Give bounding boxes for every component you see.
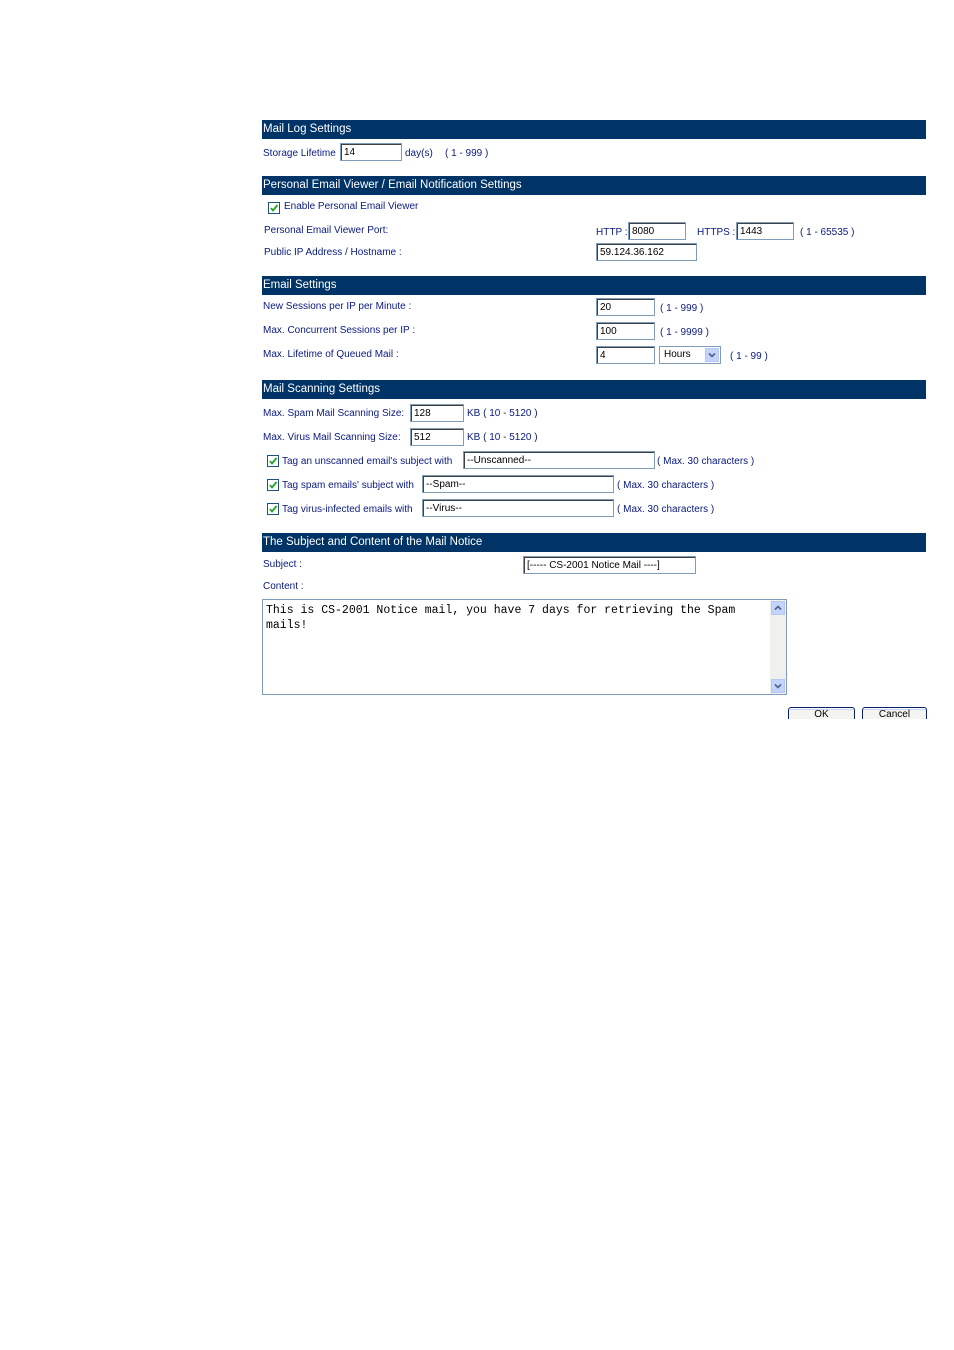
- subject-input[interactable]: [523, 556, 696, 574]
- chevron-down-icon: [705, 348, 719, 362]
- concurrent-sessions-range: ( 1 - 9999 ): [660, 327, 709, 338]
- virus-size-range: KB ( 10 - 5120 ): [467, 432, 538, 443]
- storage-lifetime-label: Storage Lifetime: [263, 148, 336, 159]
- virus-size-input[interactable]: [410, 428, 464, 446]
- queued-lifetime-label: Max. Lifetime of Queued Mail :: [263, 349, 399, 360]
- content-text: This is CS-2001 Notice mail, you have 7 …: [266, 604, 743, 632]
- section-header-mail-log: Mail Log Settings: [262, 120, 926, 139]
- tag-spam-label: Tag spam emails' subject with: [282, 480, 414, 491]
- queued-lifetime-input[interactable]: [596, 346, 655, 364]
- tag-spam-max: ( Max. 30 characters ): [617, 480, 715, 491]
- cancel-button[interactable]: Cancel: [862, 707, 927, 719]
- new-sessions-input[interactable]: [596, 298, 655, 316]
- viewer-port-label: Personal Email Viewer Port:: [264, 225, 389, 236]
- tag-unscanned-input[interactable]: [463, 451, 655, 469]
- section-header-viewer: Personal Email Viewer / Email Notificati…: [262, 176, 926, 195]
- checkmark-icon: [269, 457, 278, 465]
- https-port-input[interactable]: [736, 222, 794, 240]
- content-textarea[interactable]: This is CS-2001 Notice mail, you have 7 …: [262, 599, 787, 695]
- tag-virus-label: Tag virus-infected emails with: [282, 504, 413, 515]
- enable-viewer-checkbox[interactable]: [268, 202, 280, 214]
- section-header-notice: The Subject and Content of the Mail Noti…: [262, 533, 926, 552]
- storage-lifetime-range: ( 1 - 999 ): [445, 148, 489, 159]
- spam-size-range: KB ( 10 - 5120 ): [467, 408, 538, 419]
- public-ip-input[interactable]: [596, 243, 697, 261]
- checkmark-icon: [269, 505, 278, 513]
- queued-lifetime-range: ( 1 - 99 ): [730, 351, 768, 362]
- tag-unscanned-max: ( Max. 30 characters ): [657, 456, 755, 467]
- storage-lifetime-input[interactable]: [340, 143, 402, 161]
- content-label: Content :: [263, 581, 304, 592]
- content-scrollbar[interactable]: [770, 600, 786, 694]
- spam-size-label: Max. Spam Mail Scanning Size:: [263, 408, 405, 419]
- scroll-up-icon[interactable]: [771, 601, 785, 615]
- tag-virus-input[interactable]: [422, 499, 614, 517]
- tag-unscanned-label: Tag an unscanned email's subject with: [282, 456, 453, 467]
- checkmark-icon: [270, 204, 279, 212]
- tag-spam-checkbox[interactable]: [267, 479, 279, 491]
- ok-button[interactable]: OK: [788, 707, 855, 719]
- tag-virus-checkbox[interactable]: [267, 503, 279, 515]
- scroll-down-icon[interactable]: [771, 679, 785, 693]
- public-ip-label: Public IP Address / Hostname :: [264, 247, 402, 258]
- checkmark-icon: [269, 481, 278, 489]
- section-header-email: Email Settings: [262, 276, 926, 295]
- enable-viewer-label: Enable Personal Email Viewer: [284, 201, 419, 212]
- storage-lifetime-unit: day(s): [405, 148, 433, 159]
- http-port-input[interactable]: [628, 222, 686, 240]
- queued-unit-value: Hours: [664, 349, 691, 360]
- queued-unit-select[interactable]: Hours: [659, 346, 721, 364]
- concurrent-sessions-label: Max. Concurrent Sessions per IP :: [263, 325, 416, 336]
- new-sessions-label: New Sessions per IP per Minute :: [263, 301, 412, 312]
- https-label: HTTPS :: [697, 227, 736, 238]
- tag-unscanned-checkbox[interactable]: [267, 455, 279, 467]
- spam-size-input[interactable]: [410, 404, 464, 422]
- http-label: HTTP :: [596, 227, 628, 238]
- port-range: ( 1 - 65535 ): [800, 227, 855, 238]
- tag-spam-input[interactable]: [422, 475, 614, 493]
- new-sessions-range: ( 1 - 999 ): [660, 303, 704, 314]
- virus-size-label: Max. Virus Mail Scanning Size:: [263, 432, 401, 443]
- concurrent-sessions-input[interactable]: [596, 322, 655, 340]
- subject-label: Subject :: [263, 559, 302, 570]
- tag-virus-max: ( Max. 30 characters ): [617, 504, 715, 515]
- section-header-scanning: Mail Scanning Settings: [262, 380, 926, 399]
